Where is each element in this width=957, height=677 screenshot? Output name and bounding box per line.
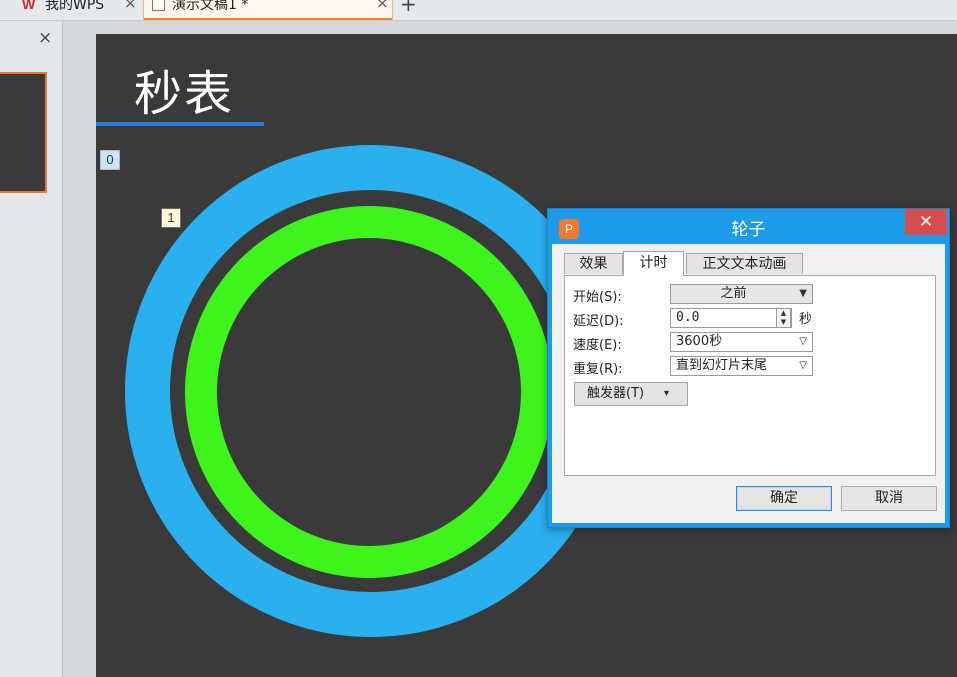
spin-arrows-icon[interactable]: ▲ ▼ (776, 308, 791, 328)
delay-label: 延迟(D): (573, 314, 624, 329)
title-underline (96, 122, 264, 126)
close-icon[interactable]: × (38, 28, 52, 48)
repeat-combobox[interactable]: 直到幻灯片末尾 ▽ (670, 356, 813, 376)
repeat-label: 重复(R): (573, 362, 623, 377)
speed-label: 速度(E): (573, 338, 622, 353)
inner-ring-shape[interactable] (185, 206, 553, 578)
trigger-button[interactable]: 触发器(T) ▾ (574, 382, 688, 406)
trigger-label: 触发器(T) (587, 386, 645, 401)
tab-document[interactable]: 演示文稿1 * × (143, 0, 393, 20)
start-label: 开始(S): (573, 290, 622, 305)
tab-timing[interactable]: 计时 (623, 251, 684, 276)
tab-label: 演示文稿1 * (172, 0, 249, 13)
tab-active-indicator (144, 18, 392, 20)
dialog-title: 轮子 (731, 220, 766, 240)
animation-tag[interactable]: 0 (100, 150, 120, 170)
tab-label: 我的WPS (45, 0, 105, 13)
cancel-button[interactable]: 取消 (841, 486, 937, 511)
tab-timing-label: 计时 (639, 255, 668, 271)
tab-text-animation[interactable]: 正文文本动画 (686, 253, 803, 274)
dropdown-arrow-icon: ▾ (663, 388, 669, 399)
close-icon[interactable]: × (124, 0, 137, 12)
slide-thumbnail-panel: × (0, 21, 63, 677)
delay-value: 0.0 (676, 310, 700, 325)
animation-tag[interactable]: 1 (161, 208, 181, 228)
start-dropdown[interactable]: 之前 ▼ (670, 284, 813, 304)
delay-input[interactable]: 0.0 (670, 308, 792, 328)
chevron-down-icon: ▽ (799, 336, 807, 347)
speed-combobox[interactable]: 3600秒 ▽ (670, 332, 813, 352)
wps-logo-icon: W (22, 0, 36, 12)
repeat-value: 直到幻灯片末尾 (676, 358, 768, 373)
chevron-down-icon: ▽ (799, 360, 807, 371)
tab-effect[interactable]: 效果 (564, 253, 623, 274)
start-value: 之前 (720, 286, 747, 301)
dialog-body: 效果 计时 正文文本动画 开始(S): 之前 ▼ 延迟(D): 0.0 ▲ ▼ 秒… (552, 244, 945, 523)
new-tab-icon[interactable]: + (400, 0, 417, 16)
delay-unit: 秒 (799, 312, 813, 327)
animation-dialog: P 轮子 ✕ 效果 计时 正文文本动画 开始(S): 之前 ▼ 延迟(D): 0… (547, 208, 950, 528)
dropdown-arrow-icon: ▼ (799, 288, 807, 299)
timing-panel: 开始(S): 之前 ▼ 延迟(D): 0.0 ▲ ▼ 秒 速度(E): 3600秒… (564, 275, 936, 476)
ok-button[interactable]: 确定 (736, 486, 832, 511)
tab-wps-home[interactable]: W 我的WPS × (0, 0, 140, 20)
close-button[interactable]: ✕ (905, 209, 947, 235)
document-icon (152, 0, 165, 11)
slide-thumbnail[interactable] (0, 72, 47, 193)
speed-value: 3600秒 (676, 334, 723, 349)
close-icon[interactable]: × (376, 0, 389, 12)
slide-title[interactable]: 秒表 (134, 54, 234, 124)
tab-bar: W 我的WPS × 演示文稿1 * × + (0, 0, 957, 21)
